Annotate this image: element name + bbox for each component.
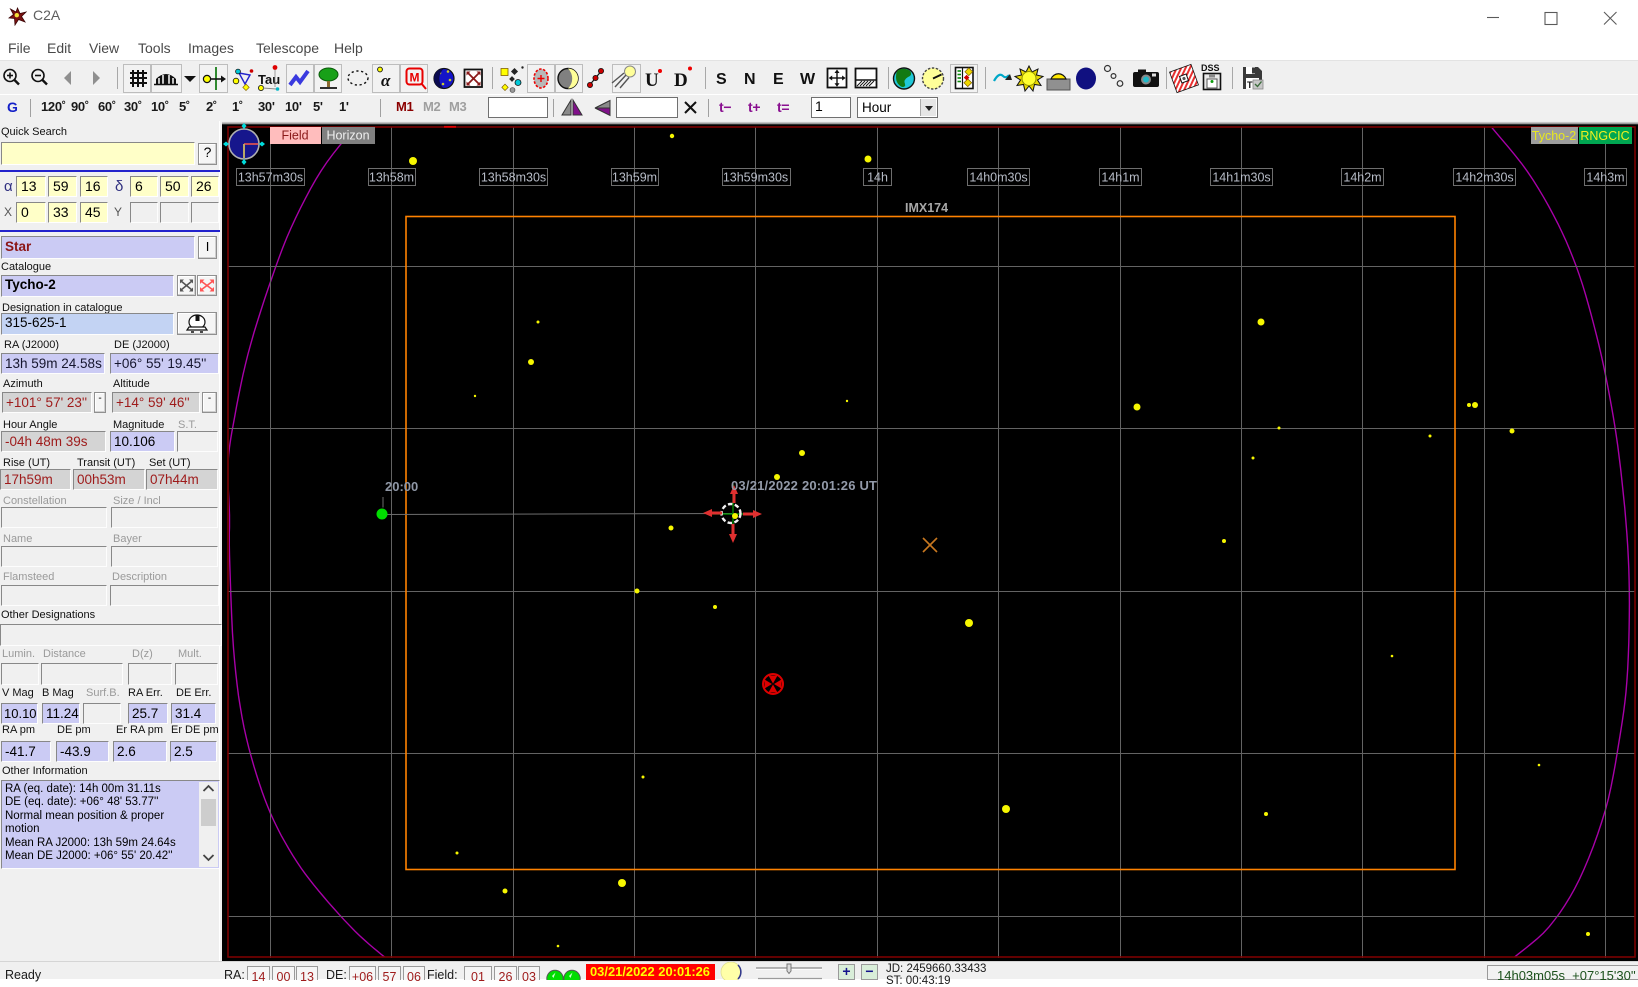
svg-text:14h0m30s: 14h0m30s xyxy=(969,171,1027,185)
svg-text:DSS: DSS xyxy=(1201,63,1220,73)
svg-text:14h2m: 14h2m xyxy=(1343,171,1381,185)
svg-text:N: N xyxy=(744,71,756,88)
svg-text:14h1m: 14h1m xyxy=(1101,171,1139,185)
svg-text:13h59m: 13h59m xyxy=(612,171,657,185)
svg-text:13h59m30s: 13h59m30s xyxy=(723,171,788,185)
svg-text:D: D xyxy=(674,70,688,91)
svg-text:W: W xyxy=(800,71,816,88)
svg-text:03/21/2022 20:01:26: 03/21/2022 20:01:26 xyxy=(590,965,710,979)
svg-text:13h58m30s: 13h58m30s xyxy=(481,171,546,185)
svg-text:14h3m: 14h3m xyxy=(1586,171,1624,185)
svg-text:20:00: 20:00 xyxy=(385,479,418,494)
svg-text:14h1m30s: 14h1m30s xyxy=(1212,171,1270,185)
svg-text:13h58m: 13h58m xyxy=(369,171,414,185)
svg-text:03/21/2022 20:01:26 UT: 03/21/2022 20:01:26 UT xyxy=(731,478,877,493)
svg-text:E: E xyxy=(773,71,784,88)
svg-text:03/21/2022 20:01:26: 03/21/2022 20:01:26 xyxy=(595,979,705,980)
svg-text:S: S xyxy=(716,71,727,88)
svg-text:Horizon: Horizon xyxy=(326,129,369,143)
svg-text:13h57m30s: 13h57m30s xyxy=(238,171,303,185)
svg-text:T: T xyxy=(1247,80,1253,90)
svg-text:M: M xyxy=(410,71,420,85)
svg-text:RNGCIC: RNGCIC xyxy=(1580,129,1629,143)
svg-text:Field: Field xyxy=(281,129,308,143)
svg-text:14h2m30s: 14h2m30s xyxy=(1455,171,1513,185)
svg-text:IMX174: IMX174 xyxy=(905,201,948,215)
svg-text:14h: 14h xyxy=(867,171,888,185)
svg-text:α: α xyxy=(381,71,391,90)
svg-text:Tycho-2: Tycho-2 xyxy=(1532,129,1577,143)
svg-text:Tau: Tau xyxy=(258,72,280,87)
svg-text:U: U xyxy=(645,70,659,91)
